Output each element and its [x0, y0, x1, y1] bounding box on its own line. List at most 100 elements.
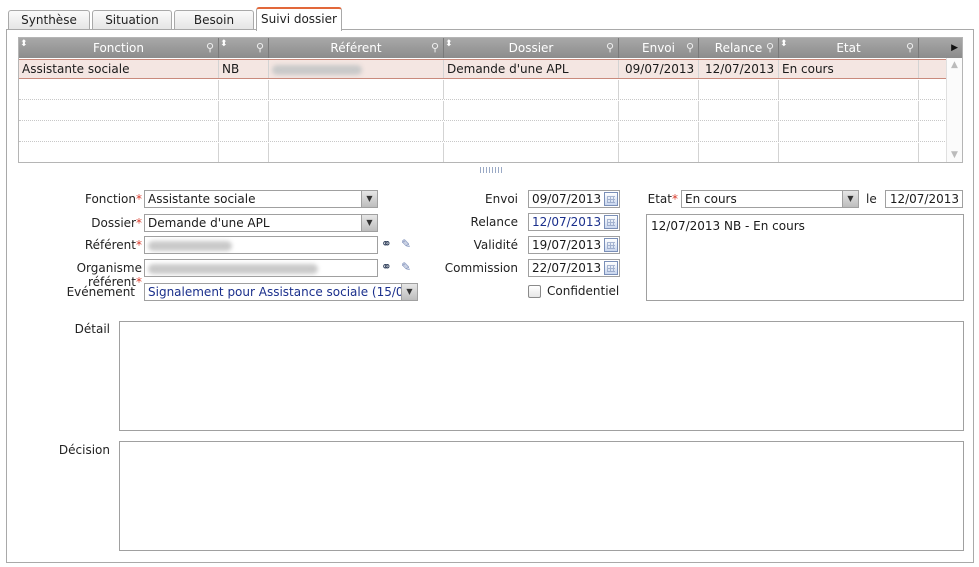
chevron-down-icon[interactable]: ▼	[401, 284, 417, 300]
cell-initials: NB	[219, 60, 269, 78]
column-label: Relance	[714, 41, 763, 55]
date-value: 12/07/2013	[532, 215, 602, 229]
tab-synthese[interactable]: Synthèse	[8, 10, 90, 30]
table-row-empty	[19, 143, 947, 162]
tab-besoin[interactable]: Besoin	[174, 10, 254, 30]
scroll-up-icon[interactable]: ▲	[947, 60, 962, 70]
decision-textarea[interactable]	[119, 441, 964, 551]
sort-icon[interactable]: ⬍	[780, 38, 788, 54]
grid-vertical-scrollbar[interactable]: ▲ ▼	[946, 58, 962, 162]
relance-date-input[interactable]: 12/07/2013	[528, 213, 620, 231]
cell-relance: 12/07/2013	[699, 60, 779, 78]
cell-extra	[919, 60, 947, 78]
splitter-handle[interactable]	[480, 167, 502, 173]
fonction-label: Fonction*	[20, 192, 142, 206]
eraser-icon[interactable]: ✎	[401, 260, 411, 274]
scroll-right-icon[interactable]: ▶	[951, 38, 958, 58]
tab-suivi-dossier[interactable]: Suivi dossier	[256, 7, 342, 31]
scroll-down-icon[interactable]: ▼	[947, 150, 962, 160]
le-label: le	[866, 192, 877, 206]
column-label: Dossier	[508, 41, 554, 55]
filter-icon[interactable]: ⚲	[206, 38, 214, 58]
calendar-icon[interactable]	[604, 238, 618, 252]
decision-label: Décision	[58, 443, 110, 457]
validite-label: Validité	[473, 238, 518, 252]
referent-input[interactable]	[144, 236, 378, 254]
filter-icon[interactable]: ⚲	[686, 38, 694, 58]
chevron-down-icon[interactable]: ▼	[842, 191, 858, 207]
date-value: 22/07/2013	[532, 261, 602, 275]
filter-icon[interactable]: ⚲	[906, 38, 914, 58]
label-text: Fonction	[84, 192, 136, 206]
select-value: Assistante sociale	[148, 192, 256, 206]
envoi-date-input[interactable]: 09/07/2013	[528, 190, 620, 208]
column-header-dossier[interactable]: ⬍ Dossier ⚲	[444, 38, 619, 58]
table-row[interactable]: Assistante sociale NB Demande d'une APL …	[19, 59, 947, 79]
cell-referent	[269, 60, 444, 78]
required-mark: *	[136, 238, 142, 252]
filter-icon[interactable]: ⚲	[256, 38, 264, 58]
chevron-down-icon[interactable]: ▼	[361, 191, 377, 207]
etat-select[interactable]: En cours ▼	[681, 190, 859, 208]
sort-icon[interactable]: ⬍	[445, 38, 453, 54]
envoi-label: Envoi	[485, 192, 518, 206]
column-header-extra	[919, 38, 947, 58]
confidentiel-checkbox[interactable]	[528, 285, 541, 298]
column-header-etat[interactable]: ⬍ Etat ⚲	[779, 38, 919, 58]
cell-dossier: Demande d'une APL	[444, 60, 619, 78]
select-value: Demande d'une APL	[148, 216, 270, 230]
confidentiel-label: Confidentiel	[547, 284, 620, 298]
etat-date-input[interactable]: 12/07/2013	[885, 190, 963, 208]
column-label: Etat	[836, 41, 861, 55]
sort-icon[interactable]: ⬍	[220, 38, 228, 54]
calendar-icon[interactable]	[604, 261, 618, 275]
tab-situation[interactable]: Situation	[92, 10, 172, 30]
label-text: Référent	[84, 238, 136, 252]
date-value: 09/07/2013	[532, 192, 602, 206]
tab-label: Situation	[105, 13, 159, 27]
chevron-down-icon[interactable]: ▼	[361, 215, 377, 231]
sort-icon[interactable]: ⬍	[20, 38, 28, 54]
dossier-select[interactable]: Demande d'une APL ▼	[144, 214, 378, 232]
cell-etat: En cours	[779, 60, 919, 78]
etat-history: 12/07/2013 NB - En cours	[646, 214, 964, 301]
column-header-envoi[interactable]: Envoi ⚲	[619, 38, 699, 58]
etat-label: Etat*	[630, 192, 678, 206]
required-mark: *	[136, 275, 142, 289]
filter-icon[interactable]: ⚲	[431, 38, 439, 58]
column-header-initials[interactable]: ⬍ ⚲	[219, 38, 269, 58]
column-header-referent[interactable]: Référent ⚲	[269, 38, 444, 58]
commission-date-input[interactable]: 22/07/2013	[528, 259, 620, 277]
dossier-grid: ⬍ Fonction ⚲ ⬍ ⚲ Référent ⚲ ⬍ Dossier ⚲ …	[18, 37, 963, 163]
filter-icon[interactable]: ⚲	[766, 38, 774, 58]
calendar-icon[interactable]	[604, 215, 618, 229]
evenement-select[interactable]: Signalement pour Assistance sociale (15/…	[144, 283, 418, 301]
column-label: Référent	[330, 41, 382, 55]
calendar-icon[interactable]	[604, 192, 618, 206]
column-label: Fonction	[92, 41, 144, 55]
label-text: Dossier	[91, 216, 136, 230]
table-row-empty	[19, 122, 947, 142]
binoculars-icon[interactable]: ⚭	[381, 260, 392, 275]
referent-label: Référent*	[20, 238, 142, 252]
required-mark: *	[136, 216, 142, 230]
cell-envoi: 09/07/2013	[619, 60, 699, 78]
organisme-referent-input[interactable]	[144, 259, 378, 277]
tab-label: Synthèse	[21, 13, 77, 27]
select-value: Signalement pour Assistance sociale (15/…	[148, 285, 416, 299]
column-header-fonction[interactable]: ⬍ Fonction ⚲	[19, 38, 219, 58]
fonction-select[interactable]: Assistante sociale ▼	[144, 190, 378, 208]
tab-label: Besoin	[193, 13, 235, 27]
binoculars-icon[interactable]: ⚭	[381, 237, 392, 252]
eraser-icon[interactable]: ✎	[401, 237, 411, 251]
column-header-relance[interactable]: Relance ⚲	[699, 38, 779, 58]
filter-icon[interactable]: ⚲	[606, 38, 614, 58]
detail-label: Détail	[74, 322, 110, 336]
cell-fonction: Assistante sociale	[19, 60, 219, 78]
redacted-referent	[272, 64, 362, 75]
validite-date-input[interactable]: 19/07/2013	[528, 236, 620, 254]
tab-label: Suivi dossier	[261, 12, 337, 26]
detail-textarea[interactable]	[119, 321, 964, 431]
evenement-label: Evénement	[66, 285, 135, 299]
table-row-empty	[19, 101, 947, 121]
